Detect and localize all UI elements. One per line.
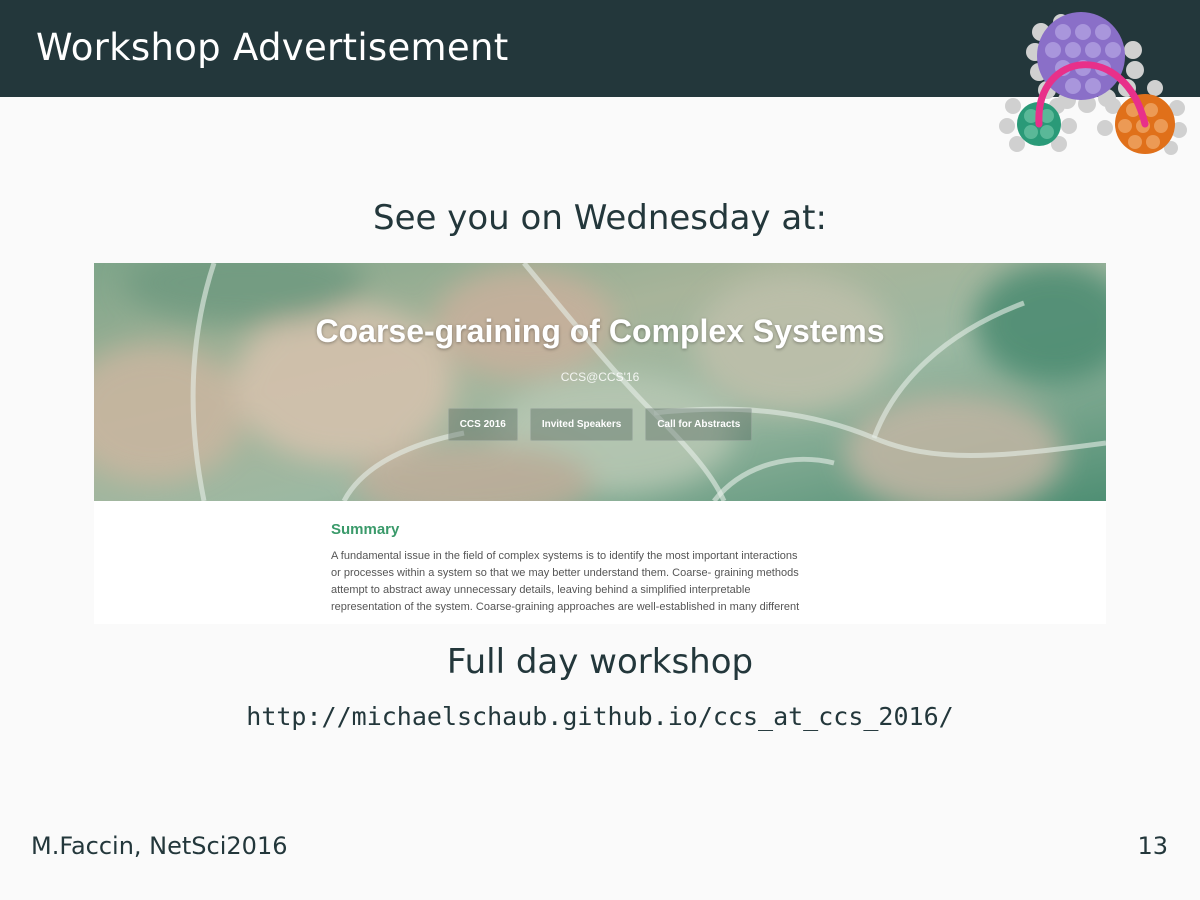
website-banner: Coarse-graining of Complex Systems CCS@C…	[94, 263, 1106, 501]
footer-author: M.Faccin, NetSci2016	[31, 832, 288, 860]
nav-button-ccs-2016[interactable]: CCS 2016	[447, 408, 518, 441]
summary-line: or processes within a system so that we …	[331, 567, 799, 579]
workshop-caption: Full day workshop	[446, 642, 754, 682]
network-logo-icon	[999, 12, 1187, 155]
nav-button-call-for-abstracts[interactable]: Call for Abstracts	[645, 408, 753, 441]
summary-line: representation of the system. Coarse-gra…	[331, 601, 800, 613]
page-number: 13	[1137, 832, 1168, 860]
website-content: Summary A fundamental issue in the field…	[331, 521, 871, 616]
workshop-url[interactable]: http://michaelschaub.github.io/ccs_at_cc…	[0, 702, 1200, 731]
nav-button-invited-speakers[interactable]: Invited Speakers	[529, 408, 634, 441]
summary-text: A fundamental issue in the field of comp…	[331, 548, 871, 616]
slide-title: Workshop Advertisement	[36, 26, 509, 69]
intro-text: See you on Wednesday at:	[373, 198, 827, 238]
website-screenshot: Coarse-graining of Complex Systems CCS@C…	[94, 263, 1106, 624]
summary-heading: Summary	[331, 521, 400, 538]
website-subtitle: CCS@CCS'16	[560, 370, 640, 384]
summary-line: A fundamental issue in the field of comp…	[331, 550, 798, 562]
summary-line: attempt to abstract away unnecessary det…	[331, 584, 751, 596]
website-title: Coarse-graining of Complex Systems	[315, 313, 885, 349]
website-nav: CCS 2016 Invited Speakers Call for Abstr…	[94, 408, 1106, 441]
